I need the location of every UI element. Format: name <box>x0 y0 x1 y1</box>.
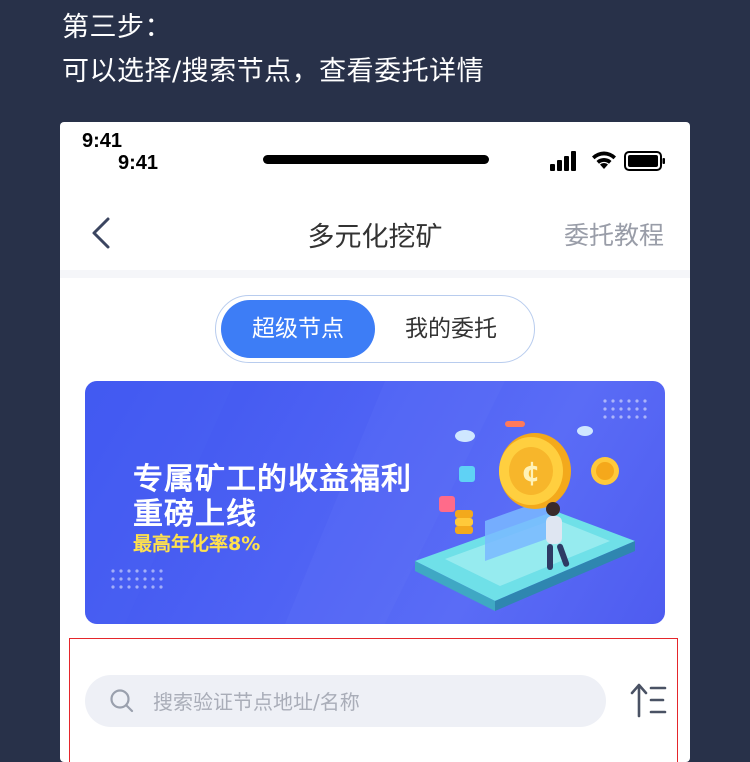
tab-super-node[interactable]: 超级节点 <box>221 300 375 358</box>
promo-banner[interactable]: 专属矿工的收益福利 重磅上线 最高年化率8% ¢ <box>85 381 665 624</box>
wifi-icon <box>592 151 616 169</box>
segmented-control: 超级节点 我的委托 <box>215 295 535 363</box>
phone-screen: 9:41 9:41 多元化挖矿 委托教程 超级节点 我的委托 专属矿工的收益福利… <box>60 122 690 762</box>
status-time-secondary: 9:41 <box>118 152 159 174</box>
search-icon <box>110 689 134 713</box>
sort-icon[interactable] <box>630 682 668 718</box>
svg-text:¢: ¢ <box>521 455 540 488</box>
step-title: 第三步： <box>62 12 172 43</box>
status-time: 9:41 <box>82 130 123 152</box>
nav-divider <box>60 270 690 278</box>
signal-icon <box>550 151 576 171</box>
step-description: 可以选择/搜索节点，查看委托详情 <box>62 56 485 87</box>
tutorial-link[interactable]: 委托教程 <box>564 216 664 252</box>
banner-title-second-line: 重磅上线 <box>133 497 257 532</box>
mining-illustration: ¢ <box>415 421 635 611</box>
banner-subtitle: 最高年化率8% <box>133 533 261 555</box>
search-input[interactable] <box>151 675 585 729</box>
tab-my-delegation[interactable]: 我的委托 <box>374 300 528 358</box>
search-box[interactable] <box>85 675 606 729</box>
notch-indicator <box>263 155 489 164</box>
battery-icon <box>624 151 665 171</box>
